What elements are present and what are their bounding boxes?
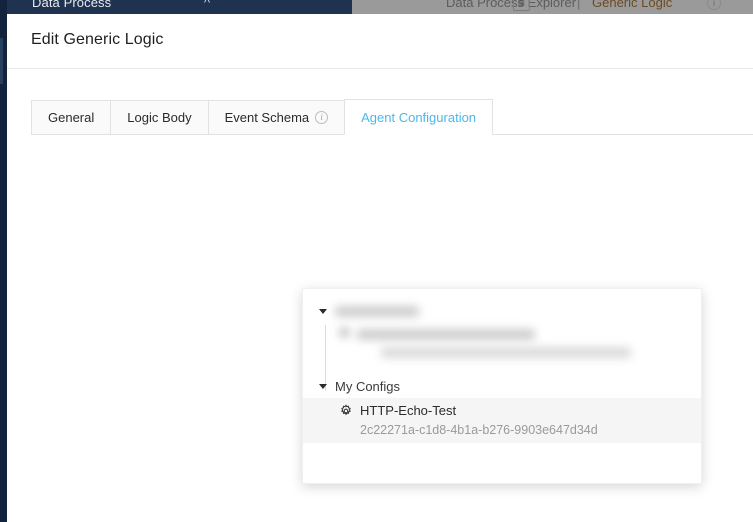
gear-icon [339, 404, 353, 423]
list-view-icon[interactable]: ≡ [513, 0, 530, 11]
info-icon[interactable]: i [707, 0, 721, 10]
dropdown-group-header-my-configs[interactable]: My Configs [303, 374, 701, 398]
gear-icon [339, 327, 350, 338]
caret-down-icon[interactable] [319, 384, 327, 389]
tab-logic-body-label: Logic Body [127, 110, 191, 125]
breadcrumb-separator: | [577, 0, 580, 10]
info-icon[interactable]: i [315, 111, 328, 124]
tab-general-label: General [48, 110, 94, 125]
tab-agent-configuration[interactable]: Agent Configuration [344, 99, 493, 135]
tab-event-schema[interactable]: Event Schema i [208, 100, 345, 135]
chevron-up-icon[interactable]: ^ [204, 0, 210, 10]
background-tab-title[interactable]: Data Process [32, 0, 111, 10]
tab-general[interactable]: General [31, 100, 110, 135]
dropdown-group-header-redacted[interactable] [303, 299, 701, 323]
redacted-item-name [357, 329, 535, 340]
redacted-item-id [381, 347, 631, 358]
page-title: Edit Generic Logic [31, 31, 164, 49]
tab-agent-configuration-label: Agent Configuration [361, 110, 476, 125]
dropdown-item-name: HTTP-Echo-Test [360, 402, 598, 421]
rail-active-indicator [0, 38, 3, 84]
redacted-item-texts [357, 327, 631, 358]
dropdown-group-label: My Configs [335, 379, 400, 394]
background-breadcrumb-2[interactable]: Generic Logic [592, 0, 672, 10]
background-breadcrumb-1[interactable]: Data Process Explorer [446, 0, 576, 10]
caret-down-icon[interactable] [319, 309, 327, 314]
tab-bar: General Logic Body Event Schema i Agent … [31, 99, 493, 135]
left-navigation-rail [0, 0, 7, 522]
tab-event-schema-label: Event Schema [225, 110, 310, 125]
dropdown-item-http-echo-test[interactable]: HTTP-Echo-Test 2c22271a-c1d8-4b1a-b276-9… [303, 398, 701, 443]
dropdown-item-redacted[interactable] [303, 323, 701, 362]
tab-logic-body[interactable]: Logic Body [110, 100, 207, 135]
dropdown-group-redacted [303, 299, 701, 362]
redacted-group-label [335, 306, 419, 317]
dropdown-item-texts: HTTP-Echo-Test 2c22271a-c1d8-4b1a-b276-9… [360, 402, 598, 439]
agent-configuration-dropdown-panel[interactable]: My Configs HTTP-Echo-Test 2c22271a-c1d8-… [302, 288, 702, 484]
dropdown-group-my-configs: My Configs HTTP-Echo-Test 2c22271a-c1d8-… [303, 374, 701, 443]
dropdown-item-id: 2c22271a-c1d8-4b1a-b276-9903e647d34d [360, 421, 598, 439]
background-top-bar: Data Process ^ Data Process Explorer ≡ |… [0, 0, 753, 14]
dialog-header: Edit Generic Logic [7, 14, 753, 69]
